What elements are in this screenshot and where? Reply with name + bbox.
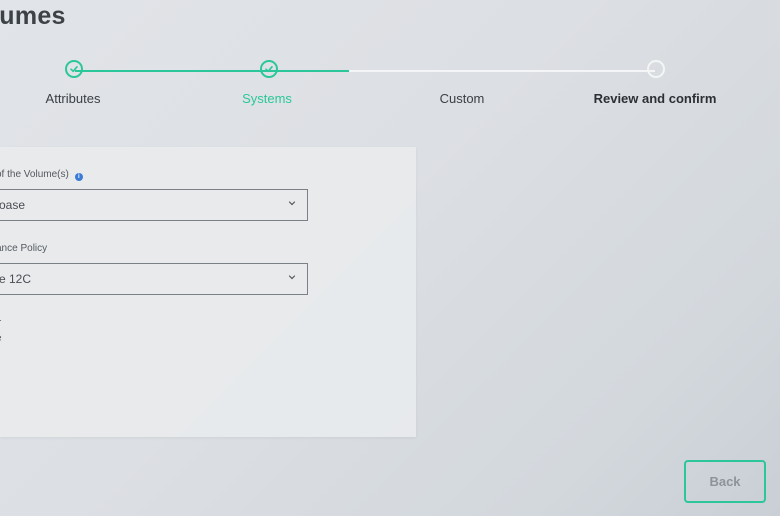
step-label-custom[interactable]: Custom bbox=[440, 91, 485, 106]
compliance-policy-label: ance Policy bbox=[0, 243, 48, 254]
compliance-policy-value: e 12C bbox=[0, 272, 32, 286]
form-panel: of the Volume(s) i oase ance Policy e 12C… bbox=[0, 147, 416, 437]
stepper-progress-line bbox=[75, 70, 349, 72]
chevron-down-icon bbox=[288, 275, 296, 280]
step-attributes-check-icon[interactable] bbox=[65, 60, 83, 78]
volume-type-label: of the Volume(s) i bbox=[0, 169, 83, 181]
back-button[interactable]: Back bbox=[684, 460, 766, 503]
step-label-systems[interactable]: Systems bbox=[242, 91, 292, 106]
wizard-stepper: Attributes Systems Custom Review and con… bbox=[0, 58, 780, 118]
detail-line-1: 1 bbox=[0, 313, 2, 324]
step-review-circle-icon[interactable] bbox=[647, 60, 665, 78]
step-label-review[interactable]: Review and confirm bbox=[594, 91, 717, 106]
volume-type-select[interactable]: oase bbox=[0, 189, 308, 221]
detail-line-2: e bbox=[0, 333, 2, 344]
step-label-attributes[interactable]: Attributes bbox=[46, 91, 101, 106]
compliance-policy-select[interactable]: e 12C bbox=[0, 263, 308, 295]
page-title: lumes bbox=[0, 2, 66, 30]
info-icon[interactable]: i bbox=[74, 173, 83, 181]
chevron-down-icon bbox=[288, 201, 296, 206]
volume-type-label-text: of the Volume(s) bbox=[0, 169, 69, 180]
stepper-remaining-line bbox=[349, 70, 655, 72]
step-systems-check-icon[interactable] bbox=[260, 60, 278, 78]
volume-type-value: oase bbox=[0, 198, 26, 212]
